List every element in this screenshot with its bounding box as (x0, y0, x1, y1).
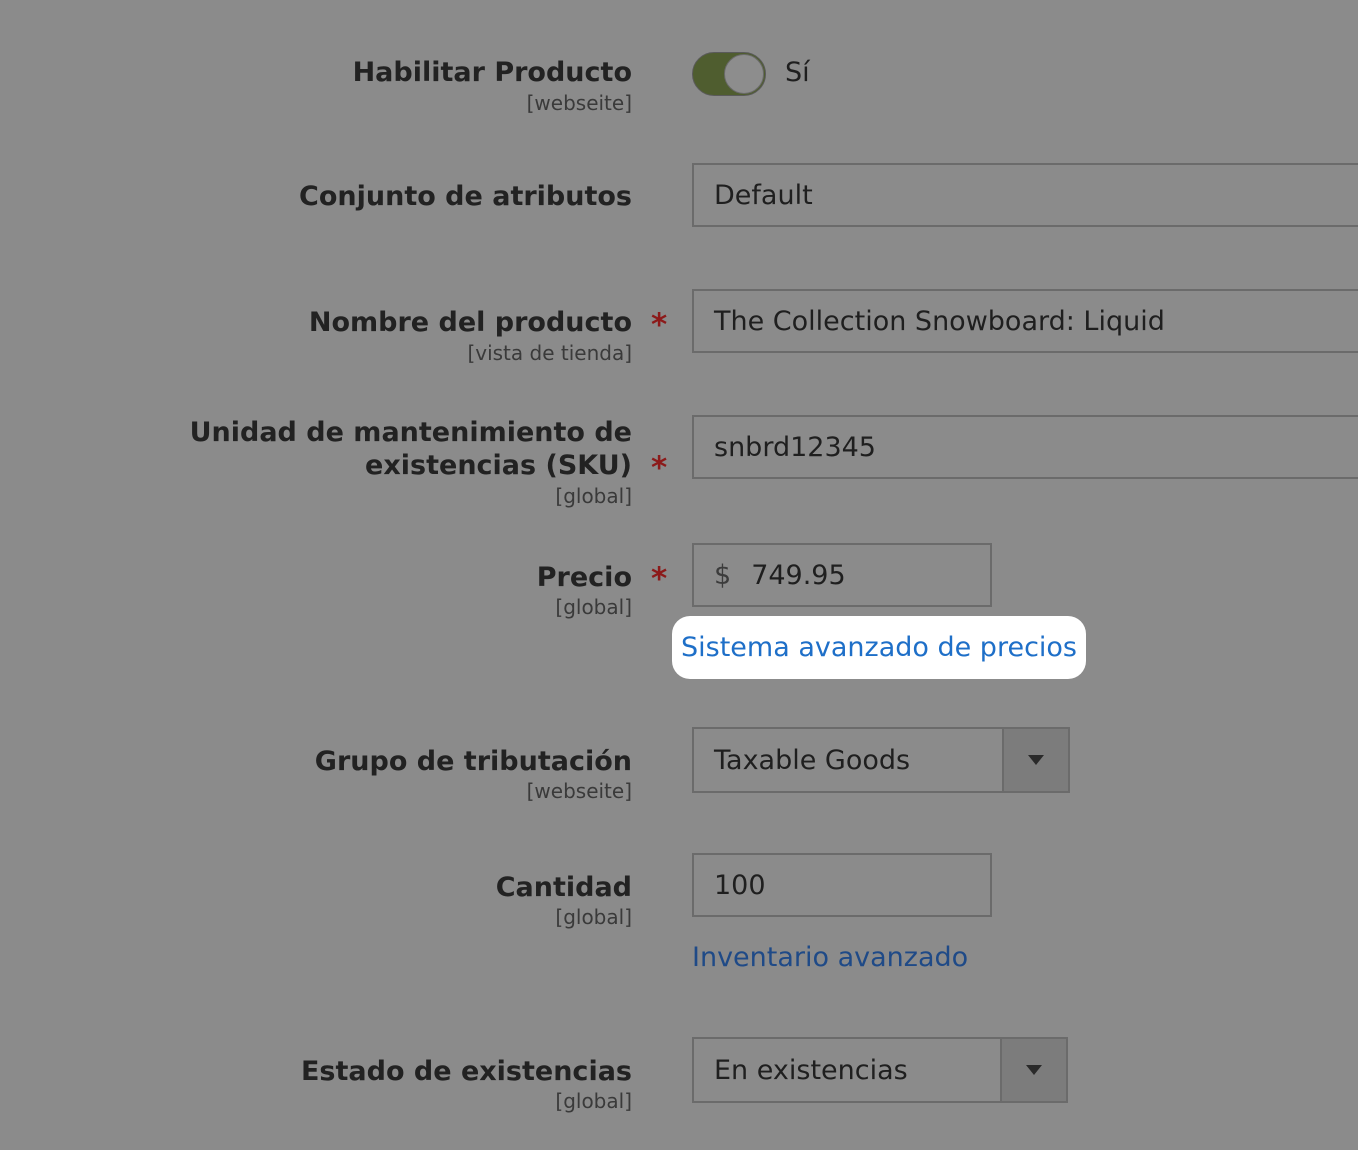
attribute-set-select[interactable]: Default (692, 163, 1358, 227)
tax-class-label: Grupo de tributación (314, 746, 632, 777)
advanced-inventory-link[interactable]: Inventario avanzado (692, 941, 968, 975)
tax-class-select[interactable]: Taxable Goods (692, 727, 1070, 793)
product-name-required-mark: * (651, 307, 668, 343)
stock-status-scope: [global] (555, 1089, 632, 1113)
product-name-value: The Collection Snowboard: Liquid (714, 305, 1165, 337)
price-label: Precio (536, 562, 632, 593)
stock-status-label: Estado de existencias (300, 1056, 632, 1087)
quantity-input[interactable]: 100 (692, 853, 992, 917)
product-name-label: Nombre del producto (308, 307, 632, 338)
enable-product-label: Habilitar Producto (352, 57, 632, 88)
sku-input[interactable]: snbrd12345 (692, 415, 1358, 479)
tax-class-scope: [webseite] (526, 779, 632, 803)
sku-value: snbrd12345 (714, 431, 876, 463)
currency-symbol: $ (714, 559, 732, 591)
advanced-pricing-link[interactable]: Sistema avanzado de precios (672, 616, 1086, 679)
stock-status-value: En existencias (714, 1054, 908, 1086)
attribute-set-value: Default (714, 179, 813, 211)
quantity-label: Cantidad (495, 872, 632, 903)
enable-product-toggle[interactable] (692, 52, 766, 96)
price-value: 749.95 (751, 559, 846, 591)
chevron-down-icon (1026, 1065, 1042, 1075)
sku-scope: [global] (555, 484, 632, 508)
tax-class-value: Taxable Goods (714, 744, 911, 776)
chevron-down-icon (1028, 755, 1044, 765)
product-name-input[interactable]: The Collection Snowboard: Liquid (692, 289, 1358, 353)
tax-class-dropdown-button[interactable] (1002, 729, 1068, 791)
price-required-mark: * (651, 561, 668, 597)
price-input[interactable]: $ 749.95 (692, 543, 992, 607)
enable-product-toggle-label: Sí (785, 57, 810, 88)
sku-label: Unidad de mantenimiento de existencias (… (189, 417, 632, 481)
attribute-set-label: Conjunto de atributos (299, 181, 632, 212)
product-name-scope: [vista de tienda] (467, 341, 632, 365)
enable-product-scope: [webseite] (526, 91, 632, 115)
price-scope: [global] (555, 595, 632, 619)
toggle-knob (724, 54, 764, 94)
quantity-scope: [global] (555, 905, 632, 929)
stock-status-select[interactable]: En existencias (692, 1037, 1068, 1103)
stock-status-dropdown-button[interactable] (1000, 1039, 1066, 1101)
quantity-value: 100 (714, 869, 766, 901)
sku-required-mark: * (651, 450, 668, 486)
